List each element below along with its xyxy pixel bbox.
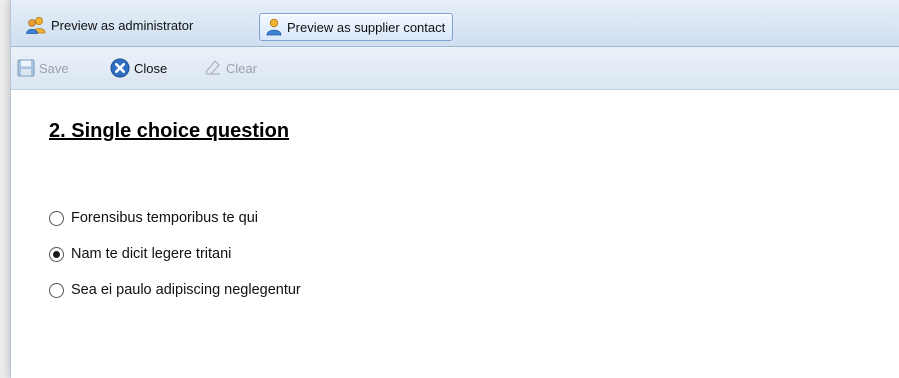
tab-preview-administrator[interactable]: Preview as administrator (25, 11, 193, 39)
eraser-icon (204, 59, 222, 77)
clear-label: Clear (226, 60, 258, 76)
user-icon (265, 18, 283, 36)
question-panel: 2. Single choice question Forensibus tem… (11, 90, 899, 378)
clear-button[interactable]: Clear (204, 57, 257, 79)
answer-option-2[interactable]: Nam te dicit legere tritani (49, 244, 301, 264)
tab-label: Preview as administrator (51, 17, 194, 33)
close-button[interactable]: Close (110, 57, 167, 79)
users-icon (25, 16, 47, 34)
answer-options: Forensibus temporibus te qui Nam te dici… (49, 208, 301, 316)
toolbar: Save Close Clear (11, 47, 899, 90)
save-label: Save (39, 60, 69, 76)
answer-option-1[interactable]: Forensibus temporibus te qui (49, 208, 301, 228)
preview-window: Preview as administrator Preview as supp… (10, 0, 899, 378)
answer-option-3[interactable]: Sea ei paulo adipiscing neglegentur (49, 280, 301, 300)
save-button[interactable]: Save (17, 57, 69, 79)
close-icon (110, 58, 130, 78)
save-icon (17, 59, 35, 77)
question-title: 2. Single choice question (49, 120, 290, 142)
tab-preview-supplier-contact[interactable]: Preview as supplier contact (259, 13, 454, 41)
radio-button-selected[interactable] (49, 246, 64, 262)
option-label: Forensibus temporibus te qui (71, 210, 258, 226)
preview-tabbar: Preview as administrator Preview as supp… (11, 0, 899, 47)
option-label: Nam te dicit legere tritani (71, 246, 232, 262)
option-label: Sea ei paulo adipiscing neglegentur (71, 282, 301, 298)
close-label: Close (134, 60, 168, 76)
radio-button[interactable] (49, 210, 64, 226)
tab-label: Preview as supplier contact (287, 19, 446, 35)
radio-button[interactable] (49, 282, 64, 298)
